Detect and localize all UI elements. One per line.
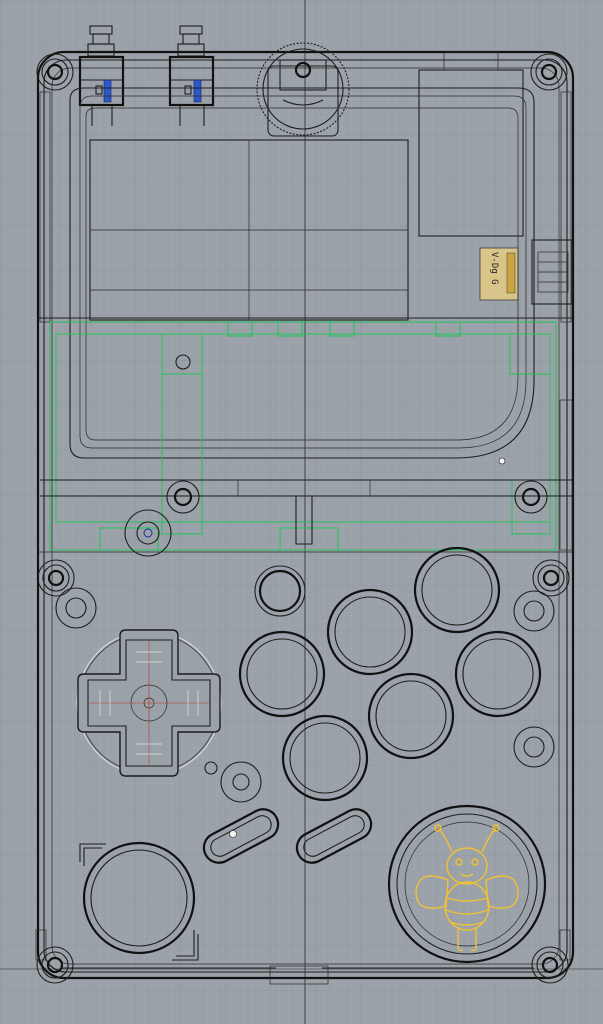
cad-drawing[interactable]: V-Dg G xyxy=(0,0,603,1024)
dpad-assembly[interactable] xyxy=(76,629,222,777)
connector-label: V-Dg G xyxy=(489,252,499,285)
led-hole xyxy=(498,457,506,465)
cad-viewport[interactable]: V-Dg G xyxy=(0,0,603,1024)
